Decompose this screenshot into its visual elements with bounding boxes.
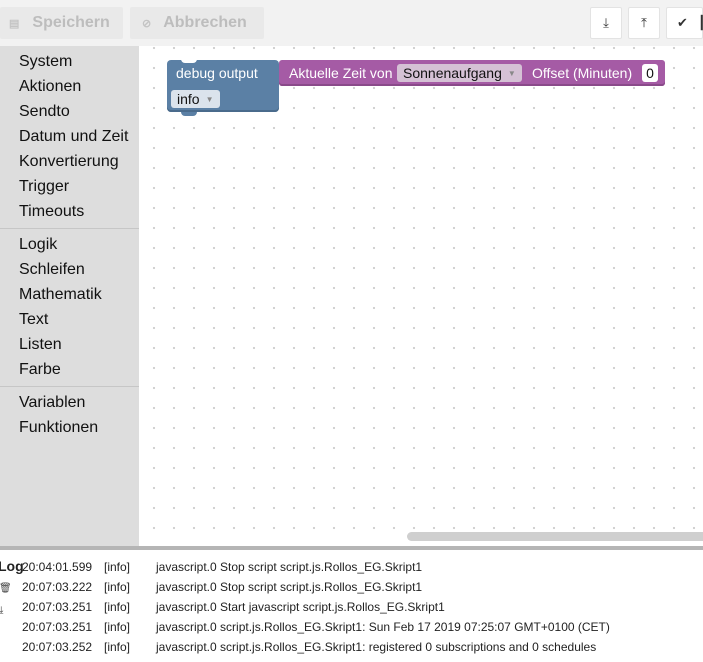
offset-label: Offset (Minuten) xyxy=(532,65,633,81)
category-konvertierung[interactable]: Konvertierung xyxy=(19,153,119,171)
save-icon: ▤ xyxy=(9,17,20,30)
log-entry-level: [info] xyxy=(104,620,131,634)
category-farbe[interactable]: Farbe xyxy=(19,361,61,379)
check-icon: ✔ xyxy=(677,15,688,30)
log-entry-time: 20:07:03.251 xyxy=(22,620,93,634)
log-entry-message: javascript.0 script.js.Rollos_EG.Skript1… xyxy=(156,620,610,634)
save-button[interactable]: ▤ Speichern xyxy=(0,7,123,39)
log-entry: 20:04:01.599 [info] javascript.0 Stop sc… xyxy=(0,556,703,576)
upload-button[interactable]: ⤒ xyxy=(628,7,660,39)
check-button-divider: ┃ xyxy=(697,15,703,30)
save-button-label: Speichern xyxy=(32,14,110,31)
category-sendto[interactable]: Sendto xyxy=(19,103,70,121)
log-entry-message: javascript.0 script.js.Rollos_EG.Skript1… xyxy=(156,640,597,654)
log-entry-message: javascript.0 Stop script script.js.Rollo… xyxy=(156,560,423,574)
log-entry-message: javascript.0 Stop script script.js.Rollo… xyxy=(156,580,423,594)
chevron-down-icon: ▼ xyxy=(507,68,516,78)
toolbar: ▤ Speichern ⊘ Abbrechen ⤓ ⤒ ✔ ┃ xyxy=(0,0,703,46)
category-logik[interactable]: Logik xyxy=(19,236,57,254)
category-text[interactable]: Text xyxy=(19,311,48,329)
log-entry: 20:07:03.251 [info] javascript.0 Start j… xyxy=(0,596,703,616)
log-entry-time: 20:07:03.252 xyxy=(22,640,93,654)
debug-output-block[interactable]: debug output info ▼ xyxy=(167,59,279,116)
log-entry-message: javascript.0 Start javascript script.js.… xyxy=(156,600,445,614)
cancel-icon: ⊘ xyxy=(142,17,152,30)
current-time-label: Aktuelle Zeit von xyxy=(289,65,393,81)
category-separator xyxy=(0,386,139,387)
current-time-block[interactable]: Aktuelle Zeit von Sonnenaufgang ▼ Offset… xyxy=(279,60,665,86)
check-button[interactable]: ✔ ┃ xyxy=(666,7,703,39)
log-entry-level: [info] xyxy=(104,580,131,594)
block-notch xyxy=(181,59,197,63)
sun-event-value: Sonnenaufgang xyxy=(403,65,502,81)
category-mathematik[interactable]: Mathematik xyxy=(19,286,102,304)
upload-icon: ⤒ xyxy=(641,15,647,30)
category-listen[interactable]: Listen xyxy=(19,336,62,354)
toolbox-sidebar: System Aktionen Sendto Datum und Zeit Ko… xyxy=(0,46,139,546)
chevron-down-icon: ▼ xyxy=(205,94,214,104)
download-icon: ⤓ xyxy=(603,15,609,30)
log-entry-level: [info] xyxy=(104,600,131,614)
category-datum-und-zeit[interactable]: Datum und Zeit xyxy=(19,128,128,146)
log-entry-level: [info] xyxy=(104,560,131,574)
log-level-value: info xyxy=(177,91,200,107)
category-schleifen[interactable]: Schleifen xyxy=(19,261,85,279)
download-button[interactable]: ⤓ xyxy=(590,7,622,39)
debug-output-label: debug output xyxy=(176,65,258,81)
offset-input[interactable]: 0 xyxy=(642,64,658,82)
log-level-dropdown[interactable]: info ▼ xyxy=(171,90,220,108)
log-entry: 20:07:03.251 [info] javascript.0 script.… xyxy=(0,616,703,636)
log-entry: 20:07:03.222 [info] javascript.0 Stop sc… xyxy=(0,576,703,596)
category-system[interactable]: System xyxy=(19,53,72,71)
category-funktionen[interactable]: Funktionen xyxy=(19,419,98,437)
log-panel: Log 🗑 ⤓ 20:04:01.599 [info] javascript.0… xyxy=(0,550,703,662)
workspace-horizontal-scrollbar[interactable] xyxy=(407,532,703,541)
sun-event-dropdown[interactable]: Sonnenaufgang ▼ xyxy=(397,64,522,82)
cancel-button[interactable]: ⊘ Abbrechen xyxy=(130,7,264,39)
log-entry-time: 20:04:01.599 xyxy=(22,560,93,574)
cancel-button-label: Abbrechen xyxy=(163,14,247,31)
category-separator xyxy=(0,228,139,229)
block-notch xyxy=(181,112,197,116)
blockly-workspace[interactable]: debug output info ▼ Aktuelle Zeit von So… xyxy=(139,46,703,546)
log-entry: 20:07:03.252 [info] javascript.0 script.… xyxy=(0,636,703,656)
log-entry-time: 20:07:03.222 xyxy=(22,580,93,594)
category-variablen[interactable]: Variablen xyxy=(19,394,85,412)
log-entry-time: 20:07:03.251 xyxy=(22,600,93,614)
category-trigger[interactable]: Trigger xyxy=(19,178,69,196)
log-entry-level: [info] xyxy=(104,640,131,654)
category-timeouts[interactable]: Timeouts xyxy=(19,203,84,221)
category-aktionen[interactable]: Aktionen xyxy=(19,78,81,96)
